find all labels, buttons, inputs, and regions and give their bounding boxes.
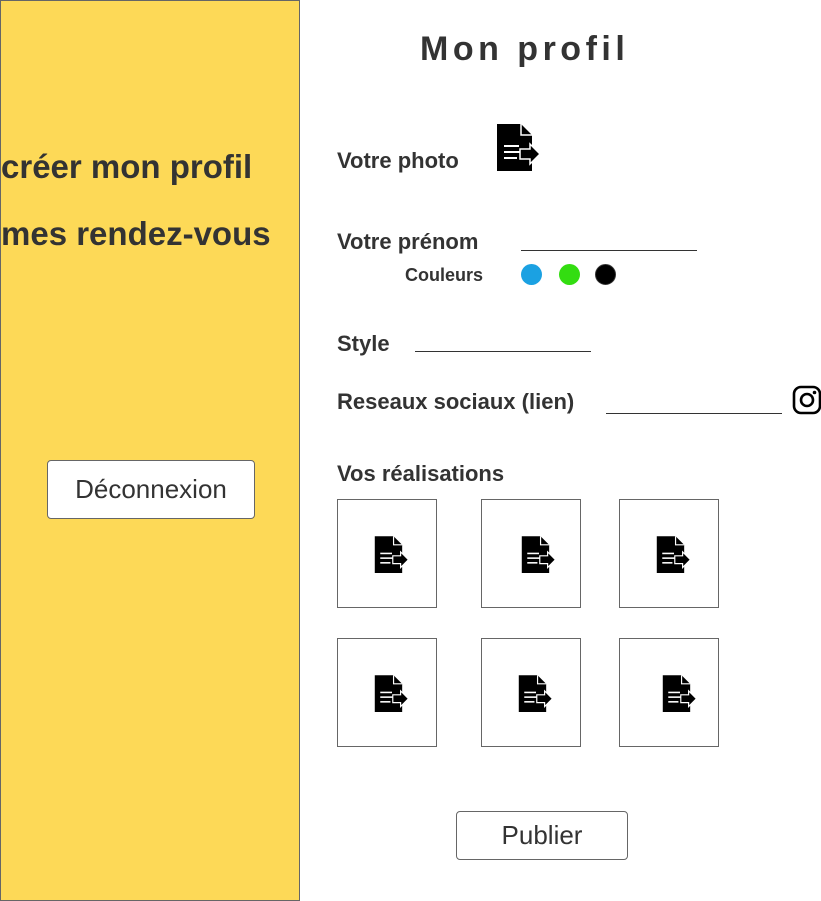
document-upload-icon[interactable] bbox=[496, 124, 542, 172]
color-swatch-blue[interactable] bbox=[521, 264, 542, 285]
work-slot-6[interactable] bbox=[619, 638, 719, 747]
works-label: Vos réalisations bbox=[337, 461, 505, 486]
social-link-input[interactable] bbox=[606, 391, 782, 414]
publish-button[interactable]: Publier bbox=[456, 811, 628, 860]
color-swatch-black[interactable] bbox=[595, 264, 616, 285]
work-slot-5[interactable] bbox=[481, 638, 581, 747]
color-swatch-green[interactable] bbox=[559, 264, 580, 285]
firstname-label: Votre prénom bbox=[337, 229, 479, 254]
work-slot-2[interactable] bbox=[481, 499, 581, 608]
page-title: Mon profil bbox=[420, 30, 630, 68]
instagram-icon[interactable] bbox=[792, 385, 821, 415]
sidebar: créer mon profil mes rendez-vous Déconne… bbox=[0, 0, 300, 901]
sidebar-item-appointments[interactable]: mes rendez-vous bbox=[1, 215, 271, 253]
work-slot-1[interactable] bbox=[337, 499, 437, 608]
style-label: Style bbox=[337, 331, 390, 356]
document-upload-icon bbox=[662, 675, 698, 713]
colors-label: Couleurs bbox=[405, 265, 484, 285]
social-label: Reseaux sociaux (lien) bbox=[337, 389, 575, 414]
document-upload-icon bbox=[374, 675, 410, 713]
document-upload-icon bbox=[521, 536, 557, 574]
document-upload-icon bbox=[518, 675, 554, 713]
work-slot-4[interactable] bbox=[337, 638, 437, 747]
sidebar-item-create-profile[interactable]: créer mon profil bbox=[1, 148, 252, 186]
firstname-input[interactable] bbox=[521, 228, 697, 251]
document-upload-icon bbox=[374, 536, 410, 574]
document-upload-icon bbox=[656, 536, 692, 574]
work-slot-3[interactable] bbox=[619, 499, 719, 608]
photo-label: Votre photo bbox=[337, 148, 459, 173]
style-input[interactable] bbox=[415, 329, 591, 352]
logout-button[interactable]: Déconnexion bbox=[47, 460, 255, 519]
